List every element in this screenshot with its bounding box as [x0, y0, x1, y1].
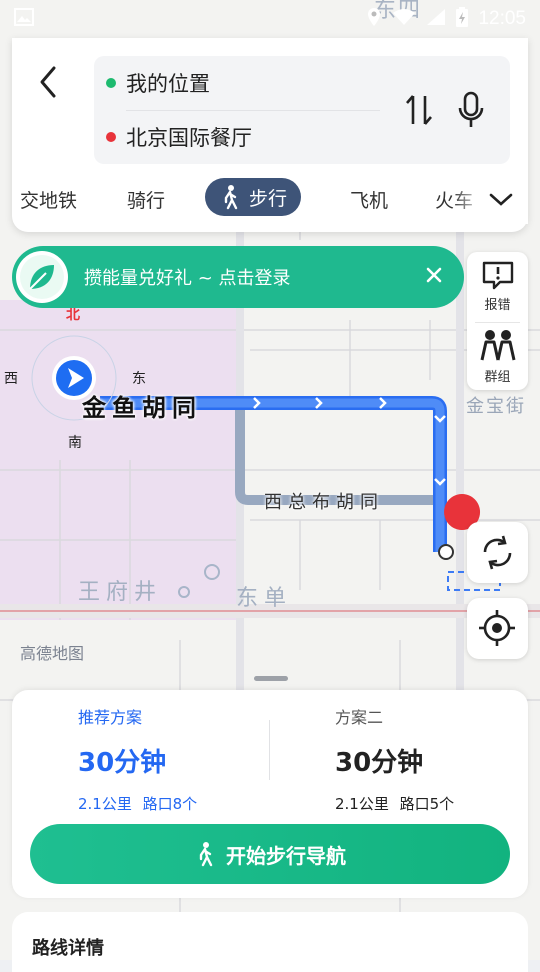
- gallery-icon: [14, 8, 34, 30]
- map-road-vertical-east: [456, 230, 464, 690]
- chevron-left-icon: [40, 66, 56, 98]
- refresh-route-button[interactable]: [467, 522, 528, 583]
- close-icon: [426, 267, 442, 283]
- report-icon: [482, 261, 513, 290]
- start-button-label: 开始步行导航: [226, 843, 346, 868]
- refresh-icon: [483, 535, 512, 570]
- leaf-icon: [20, 255, 64, 299]
- plan-meta: 2.1公里 路口5个: [335, 793, 454, 814]
- plan-crossings: 路口8个: [142, 795, 198, 813]
- plan-time: 30分钟: [335, 748, 424, 778]
- street-label-east: 金宝街: [466, 396, 526, 417]
- walking-icon: [224, 185, 238, 210]
- tab-walking[interactable]: 步行: [205, 178, 302, 216]
- back-button[interactable]: [34, 60, 64, 100]
- origin-dot: [106, 78, 116, 88]
- compass-east: 东: [132, 371, 146, 387]
- report-error-button[interactable]: 报错: [467, 260, 528, 313]
- street-label-main: 金鱼胡同: [82, 394, 202, 422]
- district-label-dongdan: 东单: [236, 586, 293, 611]
- group-icon: [480, 330, 515, 361]
- transport-mode-tabs: 交地铁 骑行 步行 飞机 火车: [12, 176, 528, 224]
- plan-distance: 2.1公里: [78, 795, 132, 813]
- battery-icon: [456, 6, 469, 32]
- locate-button[interactable]: [467, 598, 528, 659]
- origin-field[interactable]: 我的位置: [126, 68, 210, 98]
- route-input-box: 我的位置 北京国际餐厅: [94, 56, 510, 164]
- tools-divider: [475, 322, 520, 323]
- signal-icon: [426, 8, 446, 31]
- plan-time: 30分钟: [78, 748, 167, 778]
- banner-close-button[interactable]: [424, 265, 444, 285]
- tab-flight[interactable]: 飞机: [350, 186, 388, 213]
- plan-crossings: 路口5个: [399, 795, 455, 813]
- map-tools-panel: 报错 群组: [467, 252, 528, 390]
- route-divider: [126, 110, 380, 111]
- wifi-icon: [392, 8, 416, 31]
- street-label-alt: 西总布胡同: [264, 492, 384, 513]
- district-label-wangfujing: 王府井: [78, 580, 163, 605]
- microphone-icon: [458, 91, 484, 127]
- route-plans-sheet: 推荐方案 30分钟 2.1公里 路口8个 方案二 30分钟 2.1公里 路口5个…: [12, 690, 528, 898]
- route-card: 我的位置 北京国际餐厅 交地铁 骑行 步行 飞机: [12, 38, 528, 232]
- compass-west: 西: [4, 371, 18, 387]
- plan-meta: 2.1公里 路口8个: [78, 793, 197, 814]
- chevron-down-icon: [489, 193, 513, 206]
- route-arrows: [253, 397, 446, 486]
- status-bar: 12:05: [0, 0, 540, 38]
- voice-button[interactable]: [456, 90, 486, 130]
- tab-walking-label: 步行: [249, 187, 288, 210]
- compass-south: 南: [68, 435, 82, 451]
- plan-divider: [269, 720, 270, 780]
- crosshair-icon: [479, 610, 515, 646]
- plan-distance: 2.1公里: [335, 795, 389, 813]
- leaf-badge: [16, 251, 68, 303]
- swap-button[interactable]: [404, 92, 434, 128]
- destination-dot: [106, 132, 116, 142]
- route-details-section[interactable]: 路线详情: [12, 912, 528, 972]
- map-watermark: 高德地图: [20, 644, 85, 663]
- status-time: 12:05: [478, 8, 526, 29]
- tab-cycling[interactable]: 骑行: [127, 186, 165, 213]
- alt-route: [235, 405, 436, 505]
- route-details-title: 路线详情: [32, 938, 104, 959]
- start-walking-navigation-button[interactable]: 开始步行导航: [30, 824, 510, 884]
- energy-banner[interactable]: 攒能量兑好礼 ~ 点击登录: [12, 246, 464, 308]
- destination-point: [438, 544, 454, 560]
- location-icon: [366, 7, 382, 32]
- plan-alternative[interactable]: 方案二 30分钟 2.1公里 路口5个: [335, 704, 454, 814]
- map-area-block: [0, 300, 236, 620]
- swap-icon: [406, 95, 432, 125]
- tab-subway[interactable]: 交地铁: [20, 186, 77, 213]
- sheet-drag-handle[interactable]: [254, 676, 288, 681]
- group-button[interactable]: 群组: [467, 328, 528, 385]
- banner-text: 攒能量兑好礼 ~ 点击登录: [84, 268, 291, 289]
- more-modes-button[interactable]: [488, 190, 514, 210]
- group-label: 群组: [484, 370, 511, 385]
- destination-field[interactable]: 北京国际餐厅: [126, 122, 252, 152]
- plan-recommended[interactable]: 推荐方案 30分钟 2.1公里 路口8个: [78, 704, 197, 814]
- walking-icon: [199, 842, 213, 867]
- report-label: 报错: [484, 298, 511, 313]
- plan-label: 推荐方案: [78, 708, 143, 727]
- plan-label: 方案二: [335, 708, 384, 727]
